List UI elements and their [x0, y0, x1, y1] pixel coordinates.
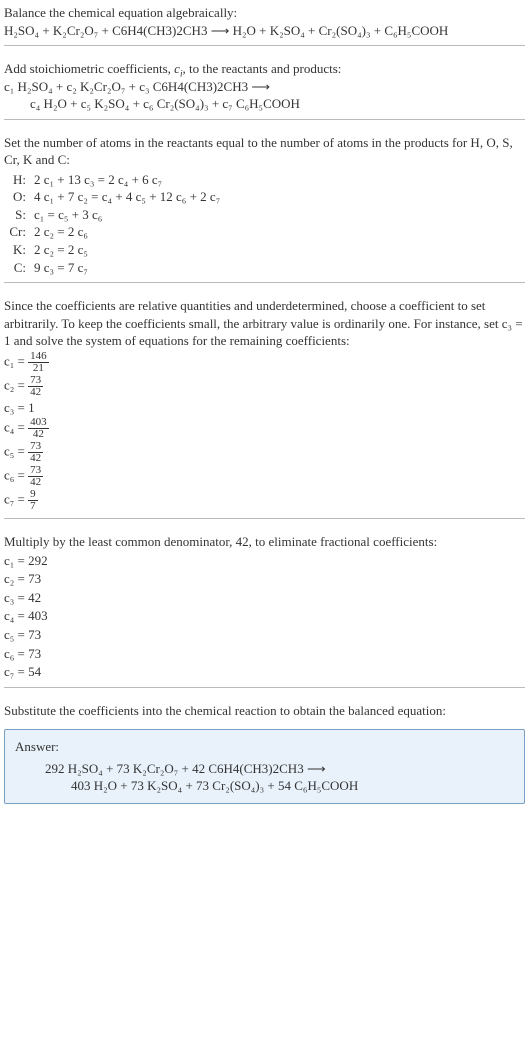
coeff-lhs: c₁ =: [4, 553, 28, 568]
stoich-line2: c₁ H₂SO₄ + c₂ K₂Cr₂O₇ + c₃ C6H4(CH3)2CH3…: [4, 78, 525, 96]
underdetermined-section: Since the coefficients are relative quan…: [4, 297, 525, 512]
table-row: H:2 c₁ + 13 c₃ = 2 c₄ + 6 c₇: [4, 171, 226, 189]
fraction-num: 73: [28, 375, 43, 387]
stoich-ci: ci: [174, 61, 182, 76]
fraction: 7342: [28, 375, 43, 398]
coeff-value: 73: [28, 627, 41, 642]
coeff-lhs: c₆ =: [4, 646, 28, 661]
coeff-line: c₄ = 403: [4, 607, 525, 625]
atom-table: H:2 c₁ + 13 c₃ = 2 c₄ + 6 c₇ O:4 c₁ + 7 …: [4, 171, 226, 276]
under-coeffs: c₁ = 14621c₂ = 7342c₃ = 1c₄ = 40342c₅ = …: [4, 351, 525, 513]
fraction-den: 7: [28, 501, 38, 512]
mult-intro: Multiply by the least common denominator…: [4, 533, 525, 551]
coeff-lhs: c₆ =: [4, 468, 28, 483]
coeff-value: 73: [28, 646, 41, 661]
coeff-value: 54: [28, 664, 41, 679]
separator: [4, 45, 525, 46]
atom-symbol: H:: [4, 171, 34, 189]
atom-symbol: C:: [4, 259, 34, 277]
stoich-intro: Add stoichiometric coefficients, ci, to …: [4, 60, 525, 78]
coeff-line: c₃ = 1: [4, 399, 525, 417]
table-row: C:9 c₃ = 7 c₇: [4, 259, 226, 277]
atom-equation: c₁ = c₅ + 3 c₆: [34, 206, 226, 224]
coeff-line: c₅ = 73: [4, 626, 525, 644]
table-row: S:c₁ = c₅ + 3 c₆: [4, 206, 226, 224]
answer-line1: 292 H₂SO₄ + 73 K₂Cr₂O₇ + 42 C6H4(CH3)2CH…: [45, 760, 514, 778]
table-row: K:2 c₂ = 2 c₅: [4, 241, 226, 259]
table-row: O:4 c₁ + 7 c₂ = c₄ + 4 c₅ + 12 c₆ + 2 c₇: [4, 188, 226, 206]
coeff-value: 292: [28, 553, 48, 568]
atoms-section: Set the number of atoms in the reactants…: [4, 134, 525, 276]
answer-title: Answer:: [15, 738, 514, 756]
coeff-line: c₄ = 40342: [4, 417, 525, 440]
fraction-num: 146: [28, 351, 49, 363]
separator: [4, 687, 525, 688]
coeff-value: 73: [28, 571, 41, 586]
mult-coeffs: c₁ = 292c₂ = 73c₃ = 42c₄ = 403c₅ = 73c₆ …: [4, 552, 525, 681]
atom-equation: 2 c₂ = 2 c₅: [34, 241, 226, 259]
subst-intro: Substitute the coefficients into the che…: [4, 702, 525, 720]
atom-equation: 4 c₁ + 7 c₂ = c₄ + 4 c₅ + 12 c₆ + 2 c₇: [34, 188, 226, 206]
atom-symbol: K:: [4, 241, 34, 259]
multiply-section: Multiply by the least common denominator…: [4, 533, 525, 680]
fraction: 7342: [28, 465, 43, 488]
coeff-line: c₆ = 7342: [4, 465, 525, 488]
intro-line1: Balance the chemical equation algebraica…: [4, 4, 525, 22]
coeff-value: 1: [28, 400, 35, 415]
separator: [4, 282, 525, 283]
stoich-line3: c₄ H₂O + c₅ K₂SO₄ + c₆ Cr₂(SO₄)₃ + c₇ C₆…: [30, 95, 525, 113]
coeff-lhs: c₂ =: [4, 571, 28, 586]
intro-section: Balance the chemical equation algebraica…: [4, 4, 525, 39]
coeff-lhs: c₃ =: [4, 590, 28, 605]
coeff-line: c₁ = 14621: [4, 351, 525, 374]
atom-equation: 2 c₂ = 2 c₆: [34, 223, 226, 241]
under-intro: Since the coefficients are relative quan…: [4, 297, 525, 350]
coeff-line: c₂ = 7342: [4, 375, 525, 398]
stoich-intro-a: Add stoichiometric coefficients,: [4, 61, 174, 76]
fraction-den: 21: [28, 363, 49, 374]
coeff-line: c₁ = 292: [4, 552, 525, 570]
fraction-den: 42: [28, 477, 43, 488]
answer-line2: 403 H₂O + 73 K₂SO₄ + 73 Cr₂(SO₄)₃ + 54 C…: [71, 777, 514, 795]
coeff-lhs: c₁ =: [4, 353, 28, 368]
coeff-value: 403: [28, 608, 48, 623]
separator: [4, 119, 525, 120]
coeff-line: c₇ = 54: [4, 663, 525, 681]
fraction: 14621: [28, 351, 49, 374]
coeff-lhs: c₅ =: [4, 627, 28, 642]
atom-equation: 2 c₁ + 13 c₃ = 2 c₄ + 6 c₇: [34, 171, 226, 189]
atom-symbol: O:: [4, 188, 34, 206]
stoich-section: Add stoichiometric coefficients, ci, to …: [4, 60, 525, 113]
atom-equation: 9 c₃ = 7 c₇: [34, 259, 226, 277]
coeff-value: 42: [28, 590, 41, 605]
fraction: 7342: [28, 441, 43, 464]
substitute-section: Substitute the coefficients into the che…: [4, 702, 525, 720]
stoich-intro-b: , to the reactants and products:: [183, 61, 342, 76]
answer-box: Answer: 292 H₂SO₄ + 73 K₂Cr₂O₇ + 42 C6H4…: [4, 729, 525, 804]
coeff-lhs: c₇ =: [4, 492, 28, 507]
fraction-den: 42: [28, 429, 49, 440]
coeff-lhs: c₃ =: [4, 400, 28, 415]
atoms-intro: Set the number of atoms in the reactants…: [4, 134, 525, 169]
coeff-line: c₅ = 7342: [4, 441, 525, 464]
table-row: Cr:2 c₂ = 2 c₆: [4, 223, 226, 241]
coeff-line: c₃ = 42: [4, 589, 525, 607]
coeff-line: c₂ = 73: [4, 570, 525, 588]
coeff-lhs: c₄ =: [4, 420, 28, 435]
fraction: 97: [28, 489, 38, 512]
coeff-lhs: c₄ =: [4, 608, 28, 623]
coeff-lhs: c₅ =: [4, 444, 28, 459]
coeff-line: c₇ = 97: [4, 489, 525, 512]
atom-symbol: S:: [4, 206, 34, 224]
coeff-line: c₆ = 73: [4, 645, 525, 663]
answer-body: 292 H₂SO₄ + 73 K₂Cr₂O₇ + 42 C6H4(CH3)2CH…: [45, 760, 514, 795]
coeff-lhs: c₇ =: [4, 664, 28, 679]
atom-symbol: Cr:: [4, 223, 34, 241]
fraction-den: 42: [28, 387, 43, 398]
separator: [4, 518, 525, 519]
fraction-den: 42: [28, 453, 43, 464]
fraction: 40342: [28, 417, 49, 440]
intro-equation: H₂SO₄ + K₂Cr₂O₇ + C6H4(CH3)2CH3 ⟶ H₂O + …: [4, 22, 525, 40]
coeff-lhs: c₂ =: [4, 377, 28, 392]
